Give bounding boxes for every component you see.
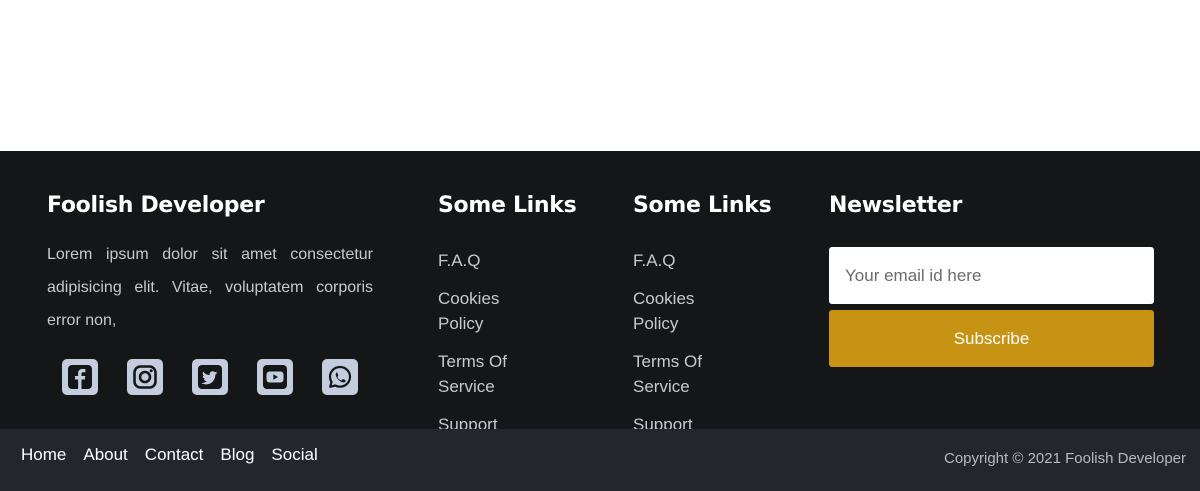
list-item: Cookies Policy	[438, 286, 598, 336]
list-item: Terms Of Service	[438, 349, 598, 399]
list-item: Cookies Policy	[633, 286, 793, 336]
nav-social-link[interactable]: Social	[271, 445, 317, 465]
instagram-icon	[133, 365, 157, 389]
cookies-policy-link[interactable]: Cookies Policy	[438, 286, 548, 336]
nav-about-link[interactable]: About	[83, 445, 127, 465]
facebook-icon	[68, 365, 92, 389]
cookies-policy-link[interactable]: Cookies Policy	[633, 286, 743, 336]
faq-link[interactable]: F.A.Q	[438, 248, 481, 273]
footer: Foolish Developer Lorem ipsum dolor sit …	[0, 151, 1200, 434]
list-item: F.A.Q	[633, 248, 793, 273]
whatsapp-icon	[328, 365, 352, 388]
instagram-link[interactable]	[127, 359, 163, 395]
social-links	[62, 359, 373, 395]
whatsapp-link[interactable]	[322, 359, 358, 395]
footer-about-text: Lorem ipsum dolor sit amet consectetur a…	[47, 246, 373, 329]
list-item: F.A.Q	[438, 248, 598, 273]
nav-contact-link[interactable]: Contact	[145, 445, 204, 465]
links-list: F.A.Q Cookies Policy Terms Of Service Su…	[438, 248, 598, 437]
nav-home-link[interactable]: Home	[21, 445, 66, 465]
email-field[interactable]	[829, 247, 1154, 304]
bottom-nav: Home About Contact Blog Social	[21, 445, 318, 465]
terms-of-service-link[interactable]: Terms Of Service	[438, 349, 548, 399]
facebook-link[interactable]	[62, 359, 98, 395]
links-list: F.A.Q Cookies Policy Terms Of Service Su…	[633, 248, 793, 437]
footer-links-column-1: Some Links F.A.Q Cookies Policy Terms Of…	[438, 191, 598, 450]
faq-link[interactable]: F.A.Q	[633, 248, 676, 273]
page-top-blank-area	[0, 0, 1200, 151]
newsletter-title: Newsletter	[829, 193, 963, 218]
twitter-link[interactable]	[192, 359, 228, 395]
subscribe-button[interactable]: Subscribe	[829, 310, 1154, 367]
bottom-bar: Home About Contact Blog Social Copyright…	[0, 429, 1200, 491]
footer-brand-title: Foolish Developer	[47, 193, 265, 218]
nav-blog-link[interactable]: Blog	[220, 445, 254, 465]
youtube-icon	[263, 365, 287, 389]
youtube-link[interactable]	[257, 359, 293, 395]
copyright-text: Copyright © 2021 Foolish Developer	[943, 450, 1186, 467]
terms-of-service-link[interactable]: Terms Of Service	[633, 349, 743, 399]
footer-about-column: Foolish Developer Lorem ipsum dolor sit …	[47, 191, 373, 395]
footer-links-column-2: Some Links F.A.Q Cookies Policy Terms Of…	[633, 191, 793, 450]
links-column-title: Some Links	[633, 193, 772, 218]
links-column-title: Some Links	[438, 193, 577, 218]
newsletter-column: Newsletter Subscribe	[829, 191, 1154, 367]
twitter-icon	[198, 365, 222, 389]
list-item: Terms Of Service	[633, 349, 793, 399]
